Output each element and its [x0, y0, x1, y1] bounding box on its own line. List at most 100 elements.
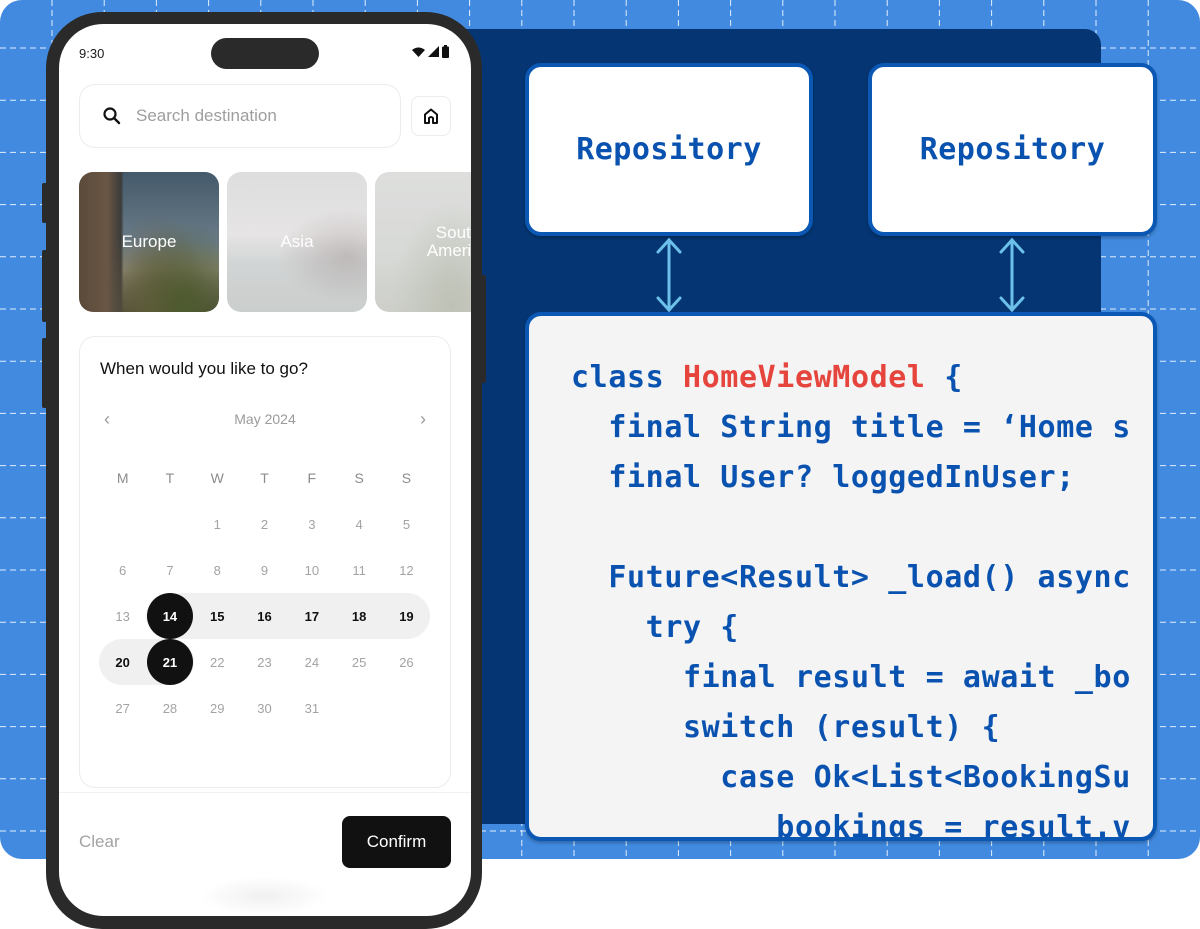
calendar-day[interactable]: 25	[335, 639, 382, 685]
calendar-day[interactable]: 30	[241, 685, 288, 731]
calendar-day[interactable]: 6	[99, 547, 146, 593]
calendar-day[interactable]: 11	[335, 547, 382, 593]
home-button[interactable]	[411, 96, 451, 136]
calendar-day[interactable]: 21	[146, 639, 194, 685]
search-icon	[103, 107, 121, 125]
status-time: 9:30	[79, 46, 105, 61]
destination-label: Asia	[280, 232, 314, 251]
search-placeholder: Search destination	[136, 106, 277, 125]
destination-carousel: Europe Asia South America	[79, 172, 471, 312]
code-token: final User? loggedInUser;	[608, 460, 1075, 495]
calendar-day[interactable]: 22	[194, 639, 241, 685]
calendar-day[interactable]: 5	[383, 501, 430, 547]
code-line: Future<Result> _load() async	[571, 556, 1131, 606]
calendar-day[interactable]: 26	[383, 639, 430, 685]
next-month-button[interactable]: ›	[420, 409, 426, 430]
calendar-day[interactable]: 9	[241, 547, 288, 593]
search-input[interactable]: Search destination	[79, 84, 401, 148]
phone-screen: 9:30 Search destination Europe Asia Sout…	[59, 24, 471, 916]
calendar-day[interactable]: 29	[194, 685, 241, 731]
bidirectional-arrow-icon	[999, 237, 1025, 313]
calendar-empty-cell	[99, 501, 146, 547]
destination-card-europe[interactable]: Europe	[79, 172, 219, 312]
calendar-day[interactable]: 15	[194, 593, 241, 639]
calendar-day[interactable]: 7	[146, 547, 193, 593]
destination-card-asia[interactable]: Asia	[227, 172, 367, 312]
code-token: switch (result) {	[682, 710, 1001, 745]
code-line: try {	[571, 606, 1131, 656]
date-picker-card: When would you like to go? ‹ May 2024 › …	[79, 336, 451, 788]
weekday-label: F	[307, 470, 317, 486]
home-indicator	[199, 876, 329, 916]
weekday-label: S	[401, 470, 412, 486]
repository-box: Repository	[525, 63, 813, 236]
calendar-day[interactable]: 31	[288, 685, 335, 731]
destination-label: Europe	[121, 232, 177, 251]
code-token: try {	[645, 610, 739, 645]
camera-notch	[211, 38, 319, 69]
clear-button[interactable]: Clear	[79, 832, 120, 852]
calendar-day[interactable]: 1	[194, 501, 241, 547]
repository-label: Repository	[919, 132, 1106, 167]
calendar-week: 12345	[99, 501, 430, 547]
calendar-day[interactable]: 17	[288, 593, 335, 639]
calendar-week: 6 7 8 9 10 11 12	[99, 547, 430, 593]
calendar-day[interactable]: 24	[288, 639, 335, 685]
code-token: Future<Result> _load() async	[608, 560, 1131, 595]
code-snippet: class HomeViewModel { final String title…	[571, 356, 1131, 841]
destination-card-south-america[interactable]: South America	[375, 172, 471, 312]
repository-box: Repository	[868, 63, 1157, 236]
calendar-day[interactable]: 2	[241, 501, 288, 547]
code-line: bookings = result.v	[571, 806, 1131, 841]
calendar-day[interactable]: 28	[146, 685, 193, 731]
code-token: case Ok<List<BookingSu	[720, 760, 1131, 795]
code-token: final result = await _bo	[682, 660, 1131, 695]
calendar-grid: M T W T F S S 1 2 3 4 5 6 7 8 9 10 11 12 13 14 15 16 17 18 19 20 21…	[99, 455, 431, 731]
calendar-week: 20 21 22 23 24 25 26	[99, 639, 430, 685]
destination-label: South America	[426, 223, 471, 260]
calendar-day[interactable]: 16	[241, 593, 288, 639]
calendar-day[interactable]: 20	[99, 639, 146, 685]
calendar-day[interactable]: 4	[335, 501, 382, 547]
code-token: bookings = result.v	[776, 810, 1131, 841]
calendar-day[interactable]: 3	[288, 501, 335, 547]
weekday-label: S	[354, 470, 364, 486]
calendar-day[interactable]: 14	[146, 593, 194, 639]
code-line: final User? loggedInUser;	[571, 456, 1131, 506]
calendar-day[interactable]: 13	[99, 593, 146, 639]
calendar-day[interactable]: 27	[99, 685, 146, 731]
calendar-empty-cell	[146, 501, 193, 547]
weekday-label: T	[165, 470, 175, 486]
repository-label: Repository	[576, 132, 762, 167]
calendar-week: 27 28 29 30 31	[99, 685, 430, 731]
status-icons	[412, 45, 449, 58]
calendar-day[interactable]: 19	[383, 593, 430, 639]
home-icon	[424, 108, 438, 124]
calendar-day[interactable]: 8	[194, 547, 241, 593]
calendar-empty-cell	[335, 685, 382, 731]
code-token: {	[925, 360, 963, 395]
calendar-day[interactable]: 23	[241, 639, 288, 685]
footer-divider	[59, 792, 471, 793]
code-line: final result = await _bo	[571, 656, 1131, 706]
battery-icon	[442, 45, 449, 58]
confirm-button[interactable]: Confirm	[342, 816, 451, 868]
calendar-day[interactable]: 10	[288, 547, 335, 593]
code-class-name: HomeViewModel	[682, 360, 926, 395]
code-line: case Ok<List<BookingSu	[571, 756, 1131, 806]
weekday-header: MTWTFSS	[99, 455, 430, 501]
code-token: class	[571, 360, 683, 395]
calendar-day[interactable]: 18	[335, 593, 382, 639]
code-token: final String title = ‘Home s	[608, 410, 1131, 445]
weekday-label: M	[116, 470, 129, 486]
date-picker-title: When would you like to go?	[100, 359, 308, 378]
code-line: switch (result) {	[571, 706, 1131, 756]
calendar-day[interactable]: 12	[383, 547, 430, 593]
bidirectional-arrow-icon	[656, 237, 682, 313]
